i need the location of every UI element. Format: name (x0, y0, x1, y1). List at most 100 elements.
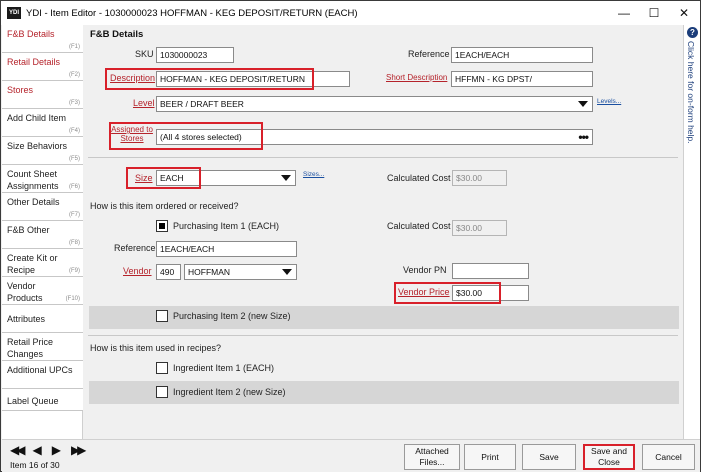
sidebar-item-label: Add Child Item (7, 113, 67, 123)
previous-record-icon[interactable]: ◀ (32, 443, 41, 457)
sidebar-item-label: Stores (7, 85, 34, 95)
calculated-cost-field-2: $30.00 (452, 220, 507, 236)
sidebar-item-vendor-products[interactable]: Vendor Products (F10) (2, 277, 83, 305)
sidebar-item-label: F&B Other (7, 225, 50, 235)
ingredient-item-2-checkbox[interactable] (156, 386, 168, 398)
reference-field[interactable]: 1EACH/EACH (451, 47, 593, 63)
sidebar-item-retail-price-changes[interactable]: Retail Price Changes (2, 333, 83, 361)
sidebar-item-shortcut: (F8) (69, 240, 80, 246)
reference-label: Reference (408, 49, 450, 59)
bottom-toolbar: ◀◀ ◀ ▶ ▶▶ Item 16 of 30 Attached Files..… (2, 439, 700, 472)
title-bar: YDI YDI - Item Editor - 1030000023 HOFFM… (1, 1, 700, 25)
purchasing-item-1-label: Purchasing Item 1 (EACH) (173, 221, 280, 231)
sidebar-item-label: Count Sheet Assignments (7, 169, 59, 191)
save-and-close-button[interactable]: Save and Close (583, 444, 635, 470)
next-record-icon[interactable]: ▶ (52, 443, 61, 457)
on-form-help-text[interactable]: Click here for on-form help. (686, 41, 696, 144)
save-button[interactable]: Save (522, 444, 576, 470)
purchasing-item-1-checkbox[interactable] (156, 220, 168, 232)
sidebar-item-label: Other Details (7, 197, 60, 207)
print-button[interactable]: Print (464, 444, 516, 470)
calculated-cost-field: $30.00 (452, 170, 507, 186)
on-form-help-strip[interactable]: ? Click here for on-form help. (683, 25, 700, 439)
size-highlight (126, 167, 201, 189)
ingredient-item-1-checkbox[interactable] (156, 362, 168, 374)
ingredient-item-2-label: Ingredient Item 2 (new Size) (173, 387, 286, 397)
maximize-button[interactable]: ☐ (639, 1, 669, 25)
sidebar-item-shortcut: (F2) (69, 72, 80, 78)
sidebar-item-add-child-item[interactable]: Add Child Item (F4) (2, 109, 83, 137)
sidebar-item-shortcut: (F7) (69, 212, 80, 218)
section-title: F&B Details (90, 29, 144, 40)
sidebar-item-create-kit-or-recipe[interactable]: Create Kit or Recipe (F9) (2, 249, 83, 277)
sku-label: SKU (135, 49, 154, 59)
calculated-cost-label-2: Calculated Cost (387, 221, 451, 231)
reference-field-2[interactable]: 1EACH/EACH (156, 241, 297, 257)
fb-details-panel: F&B Details SKU 1030000023 Reference 1EA… (83, 25, 683, 439)
last-record-icon[interactable]: ▶▶ (71, 443, 87, 457)
ordered-question: How is this item ordered or received? (90, 201, 239, 211)
sidebar-item-fb-other[interactable]: F&B Other (F8) (2, 221, 83, 249)
sidebar-item-shortcut: (F10) (65, 296, 80, 302)
sidebar-item-size-behaviors[interactable]: Size Behaviors (F5) (2, 137, 83, 165)
purchasing-item-2-checkbox[interactable] (156, 310, 168, 322)
vendor-pn-field[interactable] (452, 263, 529, 279)
vendor-select[interactable]: HOFFMAN (184, 264, 297, 280)
sidebar-item-shortcut: (F1) (69, 44, 80, 50)
level-label: Level (133, 98, 155, 108)
chevron-down-icon[interactable] (281, 175, 291, 181)
calculated-cost-label: Calculated Cost (387, 173, 451, 183)
item-editor-window: YDI YDI - Item Editor - 1030000023 HOFFM… (0, 0, 701, 472)
ingredient-item-1-label: Ingredient Item 1 (EACH) (173, 363, 275, 373)
divider (88, 157, 678, 158)
sidebar-item-label: Create Kit or Recipe (7, 253, 58, 275)
first-record-icon[interactable]: ◀◀ (10, 443, 26, 457)
window-title: YDI - Item Editor - 1030000023 HOFFMAN -… (26, 7, 358, 19)
short-description-field[interactable]: HFFMN - KG DPST/ (451, 71, 593, 87)
sidebar-item-fb-details[interactable]: F&B Details (F1) (2, 25, 83, 53)
sidebar-item-label-queue[interactable]: Label Queue (2, 389, 83, 411)
sidebar-item-count-sheet-assignments[interactable]: Count Sheet Assignments (F6) (2, 165, 83, 193)
sidebar-item-shortcut: (F5) (69, 156, 80, 162)
sidebar-item-attributes[interactable]: Attributes (2, 305, 83, 333)
reference-label-2: Reference (114, 243, 156, 253)
sizes-link[interactable]: Sizes... (303, 171, 324, 178)
sidebar-item-other-details[interactable]: Other Details (F7) (2, 193, 83, 221)
levels-link[interactable]: Levels... (597, 98, 621, 105)
sidebar-item-label: Retail Price Changes (7, 337, 54, 359)
level-select[interactable]: BEER / DRAFT BEER (156, 96, 593, 112)
assigned-stores-highlight (109, 122, 263, 150)
sidebar-item-shortcut: (F4) (69, 128, 80, 134)
sidebar-item-shortcut: (F6) (69, 184, 80, 190)
recipes-question: How is this item used in recipes? (90, 343, 222, 353)
attached-files-button[interactable]: Attached Files... (404, 444, 460, 470)
purchasing-item-2-label: Purchasing Item 2 (new Size) (173, 311, 291, 321)
sidebar-item-stores[interactable]: Stores (F3) (2, 81, 83, 109)
sku-field[interactable]: 1030000023 (156, 47, 234, 63)
vendor-value: HOFFMAN (188, 267, 231, 277)
divider (88, 335, 678, 336)
sidebar: F&B Details (F1) Retail Details (F2) Sto… (2, 25, 83, 439)
vendor-code-field[interactable]: 490 (156, 264, 181, 280)
sidebar-item-shortcut: (F9) (69, 268, 80, 274)
app-logo-icon: YDI (7, 7, 21, 19)
help-icon[interactable]: ? (687, 27, 698, 38)
sidebar-item-additional-upcs[interactable]: Additional UPCs (2, 361, 83, 389)
chevron-down-icon[interactable] (282, 269, 292, 275)
close-button[interactable]: ✕ (669, 1, 699, 25)
cancel-button[interactable]: Cancel (642, 444, 695, 470)
sidebar-item-label: Label Queue (7, 396, 59, 406)
sidebar-item-label: Additional UPCs (7, 365, 73, 375)
sidebar-item-label: Attributes (7, 314, 46, 324)
sidebar-item-label: F&B Details (7, 29, 55, 39)
chevron-down-icon[interactable] (578, 101, 588, 107)
sidebar-item-label: Size Behaviors (7, 141, 68, 151)
record-navigation: ◀◀ ◀ ▶ ▶▶ (10, 443, 87, 457)
vendor-label: Vendor (123, 266, 152, 276)
minimize-button[interactable]: — (609, 1, 639, 25)
item-count: Item 16 of 30 (10, 460, 60, 470)
sidebar-item-retail-details[interactable]: Retail Details (F2) (2, 53, 83, 81)
vendor-pn-label: Vendor PN (403, 265, 447, 275)
more-options-icon[interactable]: ••• (578, 130, 589, 144)
sidebar-item-shortcut: (F3) (69, 100, 80, 106)
